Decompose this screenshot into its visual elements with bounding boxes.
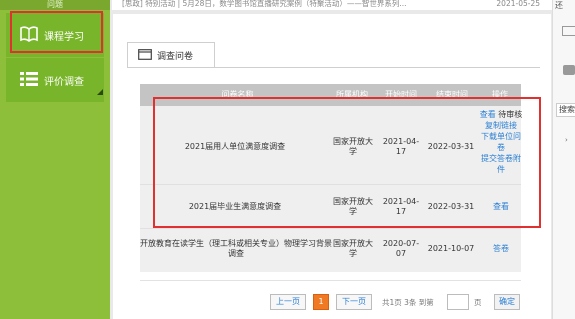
mail-icon[interactable] — [562, 26, 575, 36]
notice-bar[interactable]: [思政] 特别活动 | 5月28日，数学图书馆直播研究案例（特聚活动）——智世界… — [112, 0, 552, 10]
row3-name: 开放教育在读学生（理工科或相关专业）物理学习背景调查 — [140, 239, 332, 258]
highlight-box-sidebar — [10, 11, 103, 53]
corner-mark — [97, 89, 103, 95]
tab-survey[interactable]: 调查问卷 — [127, 42, 215, 68]
row3-org: 国家开放大学 — [333, 239, 373, 258]
page-number-input[interactable] — [447, 294, 469, 310]
pagination-divider — [140, 280, 521, 281]
right-top-text: 还 — [555, 1, 563, 10]
go-page-button[interactable]: 确定 — [494, 294, 520, 310]
tab-divider — [127, 67, 540, 68]
chevron-right-icon[interactable]: › — [565, 136, 568, 144]
sidebar-item-survey[interactable]: 评价调查 — [6, 58, 104, 102]
row3-end: 2021-10-07 — [427, 244, 475, 253]
pagination-unit: 页 — [474, 298, 482, 307]
current-page-button[interactable]: 1 — [313, 294, 329, 310]
list-icon — [20, 71, 38, 90]
answer-link[interactable]: 答卷 — [478, 244, 524, 254]
sidebar-item-label: 评价调查 — [44, 76, 84, 88]
next-page-button[interactable]: 下一页 — [336, 294, 372, 310]
message-icon[interactable] — [563, 65, 575, 75]
right-search[interactable]: 搜索 — [556, 103, 575, 117]
pagination-info: 共1页 3条 到第 — [382, 298, 434, 307]
row-divider — [140, 228, 521, 229]
row3-start: 2020-07-07 — [382, 239, 420, 258]
window-icon — [138, 48, 152, 63]
sidebar-top-item[interactable]: 问题 — [0, 0, 110, 10]
highlight-box-table — [153, 97, 541, 228]
notice-date: 2021-05-25 — [496, 0, 540, 8]
tab-label: 调查问卷 — [157, 52, 194, 62]
prev-page-button[interactable]: 上一页 — [270, 294, 306, 310]
right-panel — [552, 0, 575, 319]
notice-text[interactable]: [思政] 特别活动 | 5月28日，数学图书馆直播研究案例（特聚活动）——智世界… — [122, 0, 407, 8]
